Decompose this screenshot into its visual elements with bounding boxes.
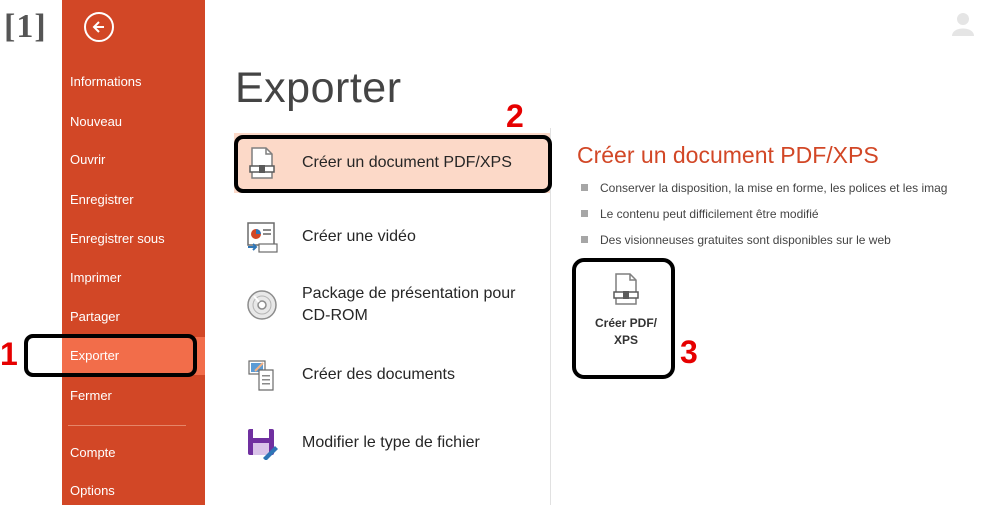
figure-label: [1] (4, 8, 47, 45)
nav-fermer[interactable]: Fermer (62, 377, 205, 415)
nav-enregistrer[interactable]: Enregistrer (62, 181, 205, 219)
bullet-square-icon (581, 210, 588, 218)
detail-bullet: Le contenu peut difficilement être modif… (581, 207, 819, 221)
callout-number-3: 3 (680, 334, 698, 370)
user-account-icon (952, 13, 974, 36)
nav-enregistrer-sous[interactable]: Enregistrer sous (62, 220, 205, 258)
bullet-text: Conserver la disposition, la mise en for… (600, 181, 948, 195)
nav-compte[interactable]: Compte (62, 434, 205, 472)
save-as-type-icon (242, 423, 282, 463)
export-option-label: Créer une vidéo (302, 228, 416, 245)
export-option-label-line2: CD-ROM (302, 307, 368, 324)
nav-options[interactable]: Options (62, 472, 205, 510)
nav-partager[interactable]: Partager (62, 298, 205, 336)
detail-title: Créer un document PDF/XPS (577, 142, 879, 168)
page-title: Exporter (235, 64, 402, 112)
cd-rom-icon (242, 285, 282, 325)
nav-informations[interactable]: Informations (62, 63, 205, 101)
sidebar-divider (68, 425, 186, 426)
export-option-label: Package de présentation pour CD-ROM (302, 283, 515, 327)
nav-imprimer[interactable]: Imprimer (62, 259, 205, 297)
nav-ouvrir[interactable]: Ouvrir (62, 141, 205, 179)
bullet-square-icon (581, 236, 588, 244)
bullet-square-icon (581, 184, 588, 192)
bullet-text: Des visionneuses gratuites sont disponib… (600, 233, 891, 247)
callout-number-1: 1 (0, 336, 18, 372)
detail-bullet: Conserver la disposition, la mise en for… (581, 181, 947, 195)
export-option-label-line1: Package de présentation pour (302, 285, 516, 302)
export-option-video[interactable]: Créer une vidéo (234, 212, 550, 262)
handouts-icon (242, 355, 282, 395)
export-option-change-file-type[interactable]: Modifier le type de fichier (234, 418, 550, 468)
export-option-label: Modifier le type de fichier (302, 434, 480, 451)
export-option-handouts[interactable]: Créer des documents (234, 350, 550, 400)
video-icon (242, 217, 282, 257)
callout-number-2: 2 (506, 98, 524, 134)
callout-box-3 (572, 258, 675, 379)
nav-nouveau[interactable]: Nouveau (62, 103, 205, 141)
export-option-cd-rom[interactable]: Package de présentation pour CD-ROM (234, 280, 550, 330)
bullet-text: Le contenu peut difficilement être modif… (600, 207, 819, 221)
callout-box-1 (24, 334, 197, 377)
callout-box-2 (234, 135, 552, 193)
export-option-label: Créer des documents (302, 366, 455, 383)
detail-bullet: Des visionneuses gratuites sont disponib… (581, 233, 891, 247)
back-arrow-icon (92, 21, 104, 33)
back-button[interactable] (84, 12, 114, 42)
